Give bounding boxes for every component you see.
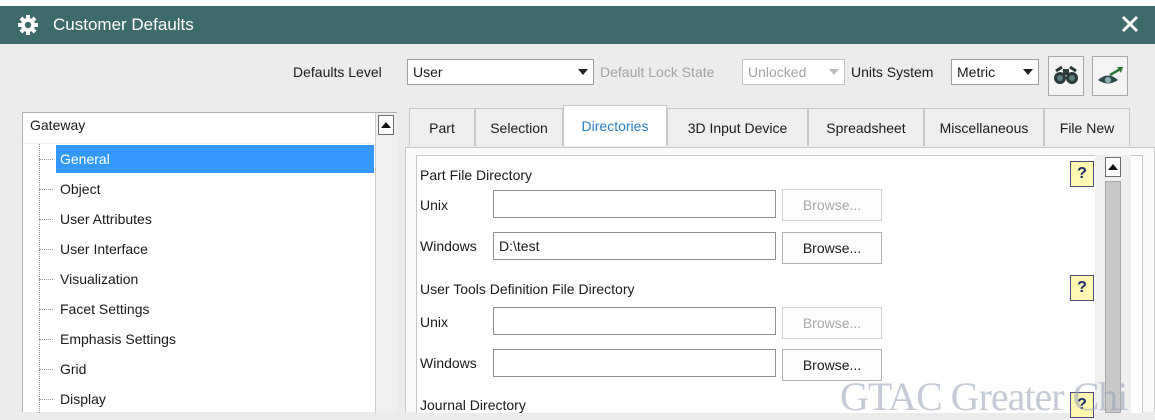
tree-item-grid[interactable]: Grid [39, 354, 394, 384]
lock-state-value: Unlocked [748, 64, 807, 80]
eye-arrow-button[interactable] [1092, 56, 1128, 96]
chevron-down-icon [829, 69, 839, 75]
tree-root-gateway[interactable]: Gateway [30, 117, 85, 133]
tab-file-new[interactable]: File New [1044, 108, 1130, 146]
binoculars-button[interactable] [1048, 56, 1084, 96]
chevron-up-icon [1108, 164, 1118, 170]
tree-item-label: General [56, 145, 374, 173]
tree-item-object[interactable]: Object [39, 174, 394, 204]
user-tools-directory-heading: User Tools Definition File Directory [420, 281, 635, 297]
windows-label: Windows [420, 355, 477, 371]
tree-item-label: Display [60, 391, 106, 407]
help-icon[interactable]: ? [1070, 161, 1094, 187]
watermark: GTAC Greater Chi [840, 374, 1128, 419]
part-unix-browse-button[interactable]: Browse... [782, 189, 882, 221]
part-unix-path-input[interactable] [493, 190, 776, 218]
tree-item-visualization[interactable]: Visualization [39, 264, 394, 294]
part-windows-browse-button[interactable]: Browse... [782, 232, 882, 264]
defaults-level-value: User [413, 64, 443, 80]
tree-item-general[interactable]: General [39, 144, 394, 174]
chevron-down-icon [1023, 69, 1033, 75]
title-bar: Customer Defaults [0, 6, 1155, 44]
window-title: Customer Defaults [53, 15, 194, 34]
category-tree[interactable]: Gateway General Object User Attributes U… [22, 112, 397, 414]
part-file-directory-heading: Part File Directory [420, 167, 533, 183]
tree-scrollbar[interactable] [375, 113, 397, 413]
eye-arrow-icon [1098, 66, 1123, 84]
help-icon[interactable]: ? [1070, 275, 1094, 301]
tools-unix-path-input[interactable] [493, 307, 776, 335]
tab-miscellaneous[interactable]: Miscellaneous [924, 108, 1044, 146]
tree-item-user-attributes[interactable]: User Attributes [39, 204, 394, 234]
lock-state-select[interactable]: Unlocked [742, 59, 845, 85]
part-windows-path-input[interactable]: D:\test [493, 232, 776, 260]
defaults-toolbar: Defaults Level User Default Lock State U… [0, 44, 1155, 100]
defaults-level-select[interactable]: User [407, 59, 594, 85]
tree-item-label: Object [60, 181, 101, 197]
defaults-level-label: Defaults Level [293, 64, 382, 80]
tree-item-label: User Interface [60, 241, 148, 257]
unix-label: Unix [420, 314, 449, 330]
lock-state-label: Default Lock State [600, 64, 715, 80]
close-icon[interactable] [1117, 10, 1143, 38]
tab-part[interactable]: Part [409, 108, 475, 146]
units-system-select[interactable]: Metric [951, 59, 1039, 85]
binoculars-icon [1054, 65, 1078, 84]
units-system-label: Units System [851, 64, 934, 80]
gear-icon [17, 14, 39, 36]
tree-item-display[interactable]: Display [39, 384, 394, 414]
journal-directory-heading: Journal Directory [420, 397, 526, 413]
tree-item-emphasis-settings[interactable]: Emphasis Settings [39, 324, 394, 354]
tree-item-label: Visualization [60, 271, 139, 287]
scroll-up-button[interactable] [378, 115, 394, 135]
tab-directories[interactable]: Directories [563, 105, 667, 146]
units-system-value: Metric [957, 64, 996, 80]
tools-windows-path-input[interactable] [493, 349, 776, 377]
unix-label: Unix [420, 197, 449, 213]
windows-label: Windows [420, 238, 477, 254]
tree-item-label: Emphasis Settings [60, 331, 176, 347]
tree-item-user-interface[interactable]: User Interface [39, 234, 394, 264]
tree-item-label: User Attributes [60, 211, 152, 227]
panel-scroll-up-button[interactable] [1105, 157, 1121, 177]
tree-item-facet-settings[interactable]: Facet Settings [39, 294, 394, 324]
tab-spreadsheet[interactable]: Spreadsheet [808, 108, 924, 146]
tab-selection[interactable]: Selection [475, 108, 563, 146]
tab-3d-input-device[interactable]: 3D Input Device [667, 108, 808, 146]
chevron-up-icon [381, 122, 391, 128]
chevron-down-icon [578, 69, 588, 75]
tree-item-label: Facet Settings [60, 301, 150, 317]
tools-unix-browse-button[interactable]: Browse... [782, 307, 882, 339]
tree-item-label: Grid [60, 361, 87, 377]
